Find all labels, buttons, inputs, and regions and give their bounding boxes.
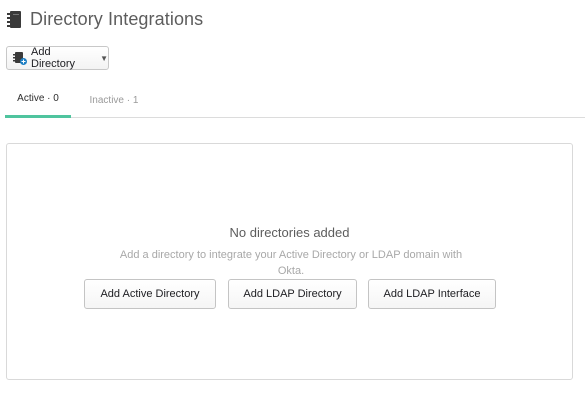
directory-add-icon: [13, 51, 27, 65]
directory-integrations-page: Directory Integrations Add Directory ▼ A…: [0, 0, 585, 394]
empty-state-description: Add a directory to integrate your Active…: [119, 249, 463, 277]
directory-tabs: Active · 0 Inactive · 1: [5, 82, 585, 118]
add-active-directory-button[interactable]: Add Active Directory: [84, 279, 216, 309]
tab-active[interactable]: Active · 0: [5, 82, 71, 118]
empty-state-title: No directories added: [229, 225, 350, 240]
empty-state-panel: No directories added Add a directory to …: [6, 143, 573, 380]
caret-down-icon: ▼: [100, 53, 108, 63]
page-header: Directory Integrations: [7, 9, 203, 30]
book-directory-icon: [7, 10, 22, 29]
tab-inactive[interactable]: Inactive · 1: [79, 82, 149, 118]
add-ldap-interface-button[interactable]: Add LDAP Interface: [368, 279, 496, 309]
page-title: Directory Integrations: [30, 9, 204, 29]
add-ldap-directory-button[interactable]: Add LDAP Directory: [228, 279, 357, 309]
add-directory-button[interactable]: Add Directory ▼: [6, 46, 109, 70]
add-directory-label: Add Directory: [31, 46, 76, 70]
